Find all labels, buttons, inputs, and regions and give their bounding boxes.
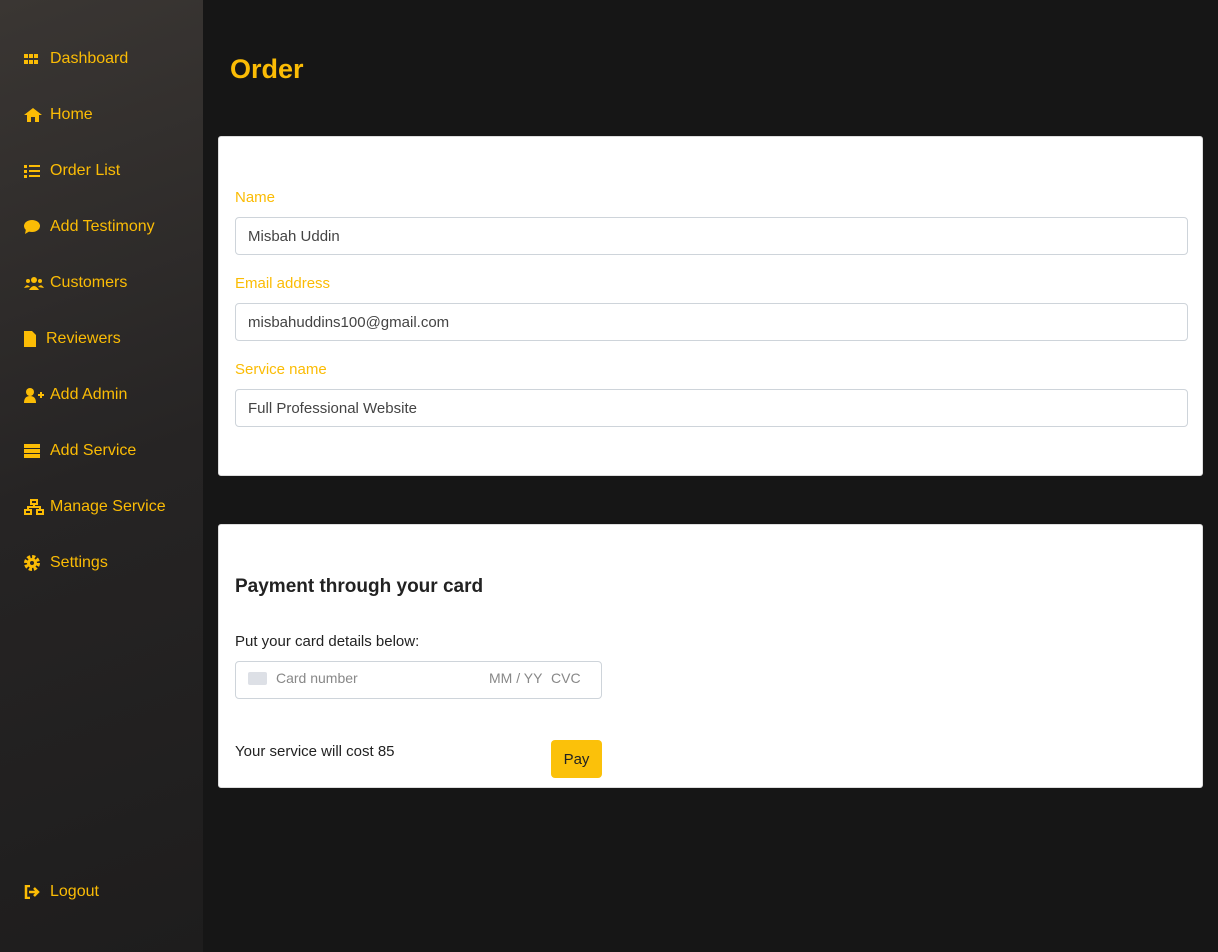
card-instruction: Put your card details below:: [235, 633, 420, 650]
sidebar: Dashboard Home Order List Add Testimony …: [0, 0, 203, 952]
sidebar-item-add-testimony[interactable]: Add Testimony: [24, 218, 155, 236]
file-icon: [24, 331, 40, 347]
sidebar-item-label: Add Admin: [50, 386, 128, 403]
sidebar-item-label: Add Testimony: [50, 218, 155, 235]
sidebar-item-label: Customers: [50, 274, 128, 291]
page-title: Order: [230, 54, 304, 84]
comment-icon: [24, 220, 44, 234]
server-icon: [24, 444, 44, 458]
name-label: Name: [235, 189, 276, 206]
card-element[interactable]: Card number MM / YY CVC: [235, 661, 602, 699]
sidebar-item-customers[interactable]: Customers: [24, 274, 127, 292]
sidebar-item-label: Settings: [50, 554, 108, 571]
card-number-input[interactable]: Card number: [276, 670, 358, 686]
logout-label: Logout: [50, 883, 99, 900]
sidebar-item-settings[interactable]: Settings: [24, 554, 108, 572]
email-label: Email address: [235, 275, 331, 292]
network-icon: [24, 499, 44, 515]
logout-icon: [24, 885, 44, 899]
sidebar-item-label: Manage Service: [50, 498, 166, 515]
grid-icon: [24, 53, 44, 65]
users-icon: [24, 276, 44, 290]
service-input[interactable]: [235, 389, 1188, 427]
cvc-input[interactable]: CVC: [551, 670, 581, 686]
cost-text: Your service will cost 85: [235, 743, 395, 760]
sidebar-item-manage-service[interactable]: Manage Service: [24, 498, 166, 516]
sidebar-item-label: Home: [50, 106, 93, 123]
sidebar-item-home[interactable]: Home: [24, 106, 93, 124]
sidebar-item-reviewers[interactable]: Reviewers: [24, 330, 121, 348]
sidebar-item-label: Dashboard: [50, 50, 129, 67]
logout-button[interactable]: Logout: [24, 883, 99, 901]
payment-card: Payment through your card Put your card …: [218, 524, 1203, 788]
card-icon: [248, 672, 267, 685]
gear-icon: [24, 555, 44, 571]
sidebar-item-label: Add Service: [50, 442, 137, 459]
order-form-card: Name Email address Service name: [218, 136, 1203, 476]
email-input[interactable]: [235, 303, 1188, 341]
name-input[interactable]: [235, 217, 1188, 255]
pay-button[interactable]: Pay: [551, 740, 602, 778]
service-label: Service name: [235, 361, 327, 378]
sidebar-item-add-admin[interactable]: Add Admin: [24, 386, 127, 404]
user-plus-icon: [24, 387, 44, 403]
home-icon: [24, 108, 44, 122]
payment-heading: Payment through your card: [235, 576, 484, 597]
sidebar-item-label: Reviewers: [46, 330, 121, 347]
sidebar-item-dashboard[interactable]: Dashboard: [24, 50, 128, 68]
sidebar-item-label: Order List: [50, 162, 121, 179]
sidebar-item-order-list[interactable]: Order List: [24, 162, 120, 180]
expiry-input[interactable]: MM / YY: [489, 670, 542, 686]
sidebar-item-add-service[interactable]: Add Service: [24, 442, 136, 460]
list-icon: [24, 164, 44, 178]
